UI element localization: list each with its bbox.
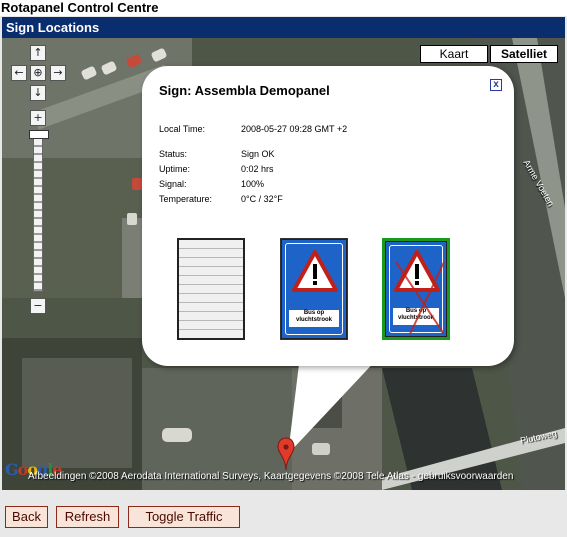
location-marker-icon[interactable] xyxy=(277,437,295,471)
pan-center-button[interactable]: ⊕ xyxy=(30,65,46,81)
info-value: Sign OK xyxy=(241,149,275,159)
pan-left-button[interactable]: ← xyxy=(11,65,27,81)
status-row: Status: Sign OK xyxy=(159,149,275,159)
info-value: 2008-05-27 09:28 GMT +2 xyxy=(241,124,348,134)
zoom-slider[interactable] xyxy=(33,130,43,292)
map-type-satelliet-button[interactable]: Satelliet xyxy=(490,45,558,63)
map-type-kaart-button[interactable]: Kaart xyxy=(420,45,488,63)
info-label: Temperature: xyxy=(159,194,213,204)
sign-image-blank[interactable] xyxy=(177,238,245,340)
uptime-row: Uptime: 0:02 hrs xyxy=(159,164,274,174)
back-button[interactable]: Back xyxy=(5,506,48,528)
info-label: Signal: xyxy=(159,179,187,189)
signal-row: Signal: 100% xyxy=(159,179,264,189)
sign-image-warning-selected[interactable]: Bus op vluchtstrook xyxy=(382,238,450,340)
info-value: 100% xyxy=(241,179,265,189)
info-label: Uptime: xyxy=(159,164,191,174)
app-title: Rotapanel Control Centre xyxy=(0,0,567,16)
zoom-out-button[interactable]: − xyxy=(30,298,46,314)
refresh-button[interactable]: Refresh xyxy=(56,506,119,528)
sign-text: Bus op vluchtstrook xyxy=(289,310,339,327)
temperature-row: Temperature: 0°C / 32°F xyxy=(159,194,283,204)
map-attribution[interactable]: Afbeeldingen ©2008 Aerodata Internationa… xyxy=(28,471,513,482)
info-label: Status: xyxy=(159,149,188,159)
sign-image-warning[interactable]: Bus op vluchtstrook xyxy=(280,238,348,340)
warning-triangle-icon xyxy=(292,250,338,292)
pan-right-button[interactable]: → xyxy=(50,65,66,81)
bottom-toolbar: Back Refresh Toggle Traffic xyxy=(0,490,567,537)
local-time-row: Local Time: 2008-05-27 09:28 GMT +2 xyxy=(159,124,347,134)
logo-letter: G xyxy=(5,460,19,479)
pan-up-button[interactable]: ↑ xyxy=(30,45,46,61)
zoom-slider-thumb[interactable] xyxy=(29,130,49,139)
toggle-traffic-button[interactable]: Toggle Traffic xyxy=(128,506,240,528)
panel-header: Sign Locations xyxy=(2,17,565,38)
info-label: Local Time: xyxy=(159,124,206,134)
pan-down-button[interactable]: ↓ xyxy=(30,85,46,101)
sign-panel: Bus op vluchtstrook xyxy=(281,239,347,339)
cross-overlay-icon xyxy=(395,261,445,335)
zoom-in-button[interactable]: + xyxy=(30,110,46,126)
map-view[interactable]: ↑ ← ⊕ → ↓ + − Kaart Satelliet Arme Voete… xyxy=(2,38,565,490)
sign-info-popup: Sign: Assembla Demopanel x Local Time: 20… xyxy=(142,66,514,366)
logo-letter: o xyxy=(17,460,29,479)
sign-panel: Bus op vluchtstrook xyxy=(385,241,447,337)
info-value: 0°C / 32°F xyxy=(241,194,283,204)
info-value: 0:02 hrs xyxy=(241,164,274,174)
close-icon[interactable]: x xyxy=(490,79,502,91)
popup-title: Sign: Assembla Demopanel xyxy=(159,83,330,98)
